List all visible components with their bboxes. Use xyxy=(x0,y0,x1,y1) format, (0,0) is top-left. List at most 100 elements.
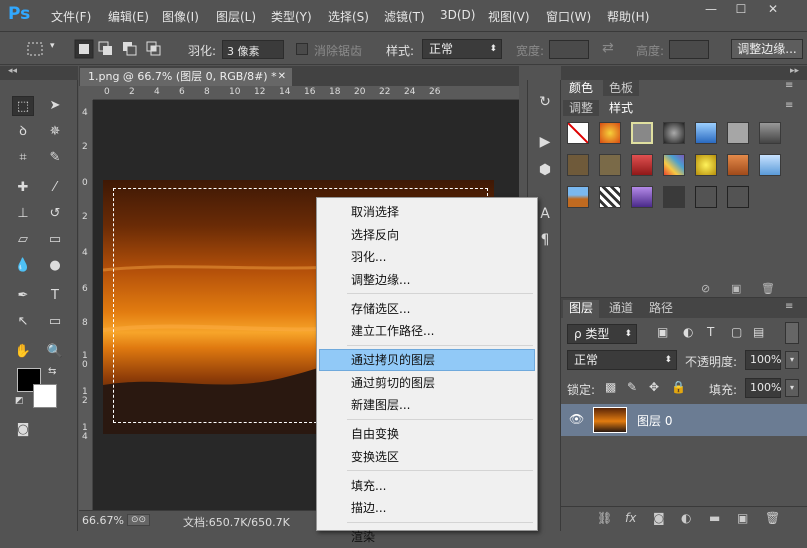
filter-adjustment-icon[interactable]: ◐ xyxy=(683,325,693,339)
crop-tool-icon[interactable]: ⌗ xyxy=(12,148,34,168)
visibility-eye-icon[interactable]: 👁 xyxy=(569,412,584,426)
adjustment-layer-icon[interactable]: ◐ xyxy=(681,511,691,525)
context-menu-item[interactable]: 存储选区... xyxy=(319,298,535,320)
magic-wand-tool-icon[interactable]: ✵ xyxy=(44,122,66,142)
close-document-icon[interactable]: ✕ xyxy=(278,68,286,86)
actions-panel-icon[interactable]: ▶ xyxy=(534,132,556,152)
tab-adjustments[interactable]: 调整 xyxy=(563,100,600,116)
menu-filter[interactable]: 滤镜(T) xyxy=(384,8,425,25)
add-to-selection-icon[interactable] xyxy=(98,41,114,57)
menu-layer[interactable]: 图层(L) xyxy=(216,8,256,25)
path-selection-tool-icon[interactable]: ↖ xyxy=(12,312,34,332)
opacity-chevron-icon[interactable]: ▾ xyxy=(785,351,799,369)
menu-type[interactable]: 类型(Y) xyxy=(271,8,312,25)
filter-type-icon[interactable]: T xyxy=(707,325,714,339)
panel-menu-icon[interactable]: ≡ xyxy=(785,80,793,91)
quick-mask-icon[interactable]: ◙ xyxy=(12,420,34,440)
zoom-tool-icon[interactable]: 🔍 xyxy=(44,342,66,362)
healing-brush-tool-icon[interactable]: ✚ xyxy=(12,178,34,198)
dodge-tool-icon[interactable]: ● xyxy=(44,256,66,276)
style-swatch[interactable] xyxy=(567,186,589,208)
tab-swatches[interactable]: 色板 xyxy=(603,80,640,96)
width-input[interactable] xyxy=(549,40,589,59)
panel-menu-icon[interactable]: ≡ xyxy=(785,100,793,111)
fill-input[interactable]: 100% xyxy=(745,378,781,398)
refine-edge-button[interactable]: 调整边缘... xyxy=(731,39,803,59)
close-button[interactable]: ✕ xyxy=(758,0,788,20)
context-menu-item[interactable]: 描边... xyxy=(319,497,535,519)
eyedropper-tool-icon[interactable]: ✎ xyxy=(44,148,66,168)
collapse-panels-icon[interactable]: ▸▸ xyxy=(790,66,799,76)
lock-all-icon[interactable]: 🔒 xyxy=(671,380,686,394)
feather-input[interactable]: 3 像素 xyxy=(222,40,284,59)
style-swatch[interactable] xyxy=(631,122,653,144)
style-swatch[interactable] xyxy=(727,122,749,144)
status-toggle-icon[interactable]: ⊙⊙ xyxy=(127,514,151,526)
layer-style-icon[interactable]: fx xyxy=(625,511,636,525)
tab-paths[interactable]: 路径 xyxy=(643,300,680,318)
tool-preset-chevron-icon[interactable]: ▾ xyxy=(50,41,55,51)
context-menu-item[interactable]: 渲染 xyxy=(319,526,535,548)
tab-styles[interactable]: 样式 xyxy=(603,100,640,116)
tab-color[interactable]: 颜色 xyxy=(563,80,600,96)
lasso-tool-icon[interactable]: ꝺ xyxy=(12,122,34,142)
context-menu-item[interactable]: 通过剪切的图层 xyxy=(319,372,535,394)
style-swatch[interactable] xyxy=(599,154,621,176)
context-menu-item[interactable]: 调整边缘... xyxy=(319,269,535,291)
menu-select[interactable]: 选择(S) xyxy=(328,8,369,25)
marquee-tool-icon[interactable] xyxy=(26,41,46,57)
style-swatch[interactable] xyxy=(759,154,781,176)
style-swatch[interactable] xyxy=(695,186,717,208)
pen-tool-icon[interactable]: ✒ xyxy=(12,286,34,306)
style-swatch[interactable] xyxy=(759,122,781,144)
clone-stamp-tool-icon[interactable]: ⊥ xyxy=(12,204,34,224)
opacity-input[interactable]: 100% xyxy=(745,350,781,370)
menu-edit[interactable]: 编辑(E) xyxy=(108,8,149,25)
menu-view[interactable]: 视图(V) xyxy=(488,8,530,25)
new-style-icon[interactable]: ▣ xyxy=(731,282,741,295)
lock-image-icon[interactable]: ✎ xyxy=(627,380,637,394)
new-group-icon[interactable]: ▬ xyxy=(709,511,720,525)
blend-mode-select[interactable]: 正常 ⬍ xyxy=(567,350,677,370)
collapse-toolbox-icon[interactable]: ◂◂ xyxy=(8,66,17,76)
filter-smart-object-icon[interactable]: ▤ xyxy=(753,325,764,339)
context-menu-item[interactable]: 建立工作路径... xyxy=(319,320,535,342)
intersect-selection-icon[interactable] xyxy=(146,41,162,57)
context-menu-item[interactable]: 选择反向 xyxy=(319,224,535,246)
context-menu-item[interactable]: 自由变换 xyxy=(319,423,535,445)
style-swatch[interactable] xyxy=(599,186,621,208)
layer-row[interactable]: 👁 图层 0 xyxy=(561,404,807,436)
move-tool-icon[interactable]: ➤ xyxy=(44,96,66,116)
context-menu-item[interactable]: 新建图层... xyxy=(319,394,535,416)
layer-kind-filter[interactable]: ρ 类型 ⬍ xyxy=(567,324,637,344)
menu-window[interactable]: 窗口(W) xyxy=(546,8,591,25)
menu-image[interactable]: 图像(I) xyxy=(162,8,199,25)
tab-channels[interactable]: 通道 xyxy=(603,300,640,318)
3d-panel-icon[interactable]: ⬢ xyxy=(534,160,556,180)
style-select[interactable]: 正常 ⬍ xyxy=(422,39,502,59)
document-tab[interactable]: 1.png @ 66.7% (图层 0, RGB/8#) * ✕ xyxy=(80,68,292,86)
context-menu-item[interactable]: 变换选区 xyxy=(319,446,535,468)
style-swatch[interactable] xyxy=(599,122,621,144)
history-brush-tool-icon[interactable]: ↺ xyxy=(44,204,66,224)
brush-tool-icon[interactable]: ⁄ xyxy=(44,178,66,198)
style-swatch[interactable] xyxy=(663,186,685,208)
new-layer-icon[interactable]: ▣ xyxy=(737,511,748,525)
clear-style-icon[interactable]: ⊘ xyxy=(701,282,710,295)
height-input[interactable] xyxy=(669,40,709,59)
default-colors-icon[interactable]: ◩ xyxy=(15,396,24,406)
gradient-tool-icon[interactable]: ▭ xyxy=(44,230,66,250)
rect-marquee-tool-icon[interactable]: ⬚ xyxy=(12,96,34,116)
style-swatch-none[interactable] xyxy=(567,122,589,144)
context-menu-item[interactable]: 填充... xyxy=(319,475,535,497)
hand-tool-icon[interactable]: ✋ xyxy=(12,342,34,362)
context-menu-item[interactable]: 通过拷贝的图层 xyxy=(319,349,535,371)
new-selection-icon[interactable] xyxy=(74,39,94,59)
rectangle-shape-tool-icon[interactable]: ▭ xyxy=(44,312,66,332)
style-swatch[interactable] xyxy=(695,122,717,144)
style-swatch[interactable] xyxy=(727,186,749,208)
filter-pixel-icon[interactable]: ▣ xyxy=(657,325,668,339)
swap-dimensions-icon[interactable]: ⇄ xyxy=(602,40,614,56)
menu-file[interactable]: 文件(F) xyxy=(51,8,91,25)
zoom-level[interactable]: 66.67% xyxy=(82,514,124,527)
